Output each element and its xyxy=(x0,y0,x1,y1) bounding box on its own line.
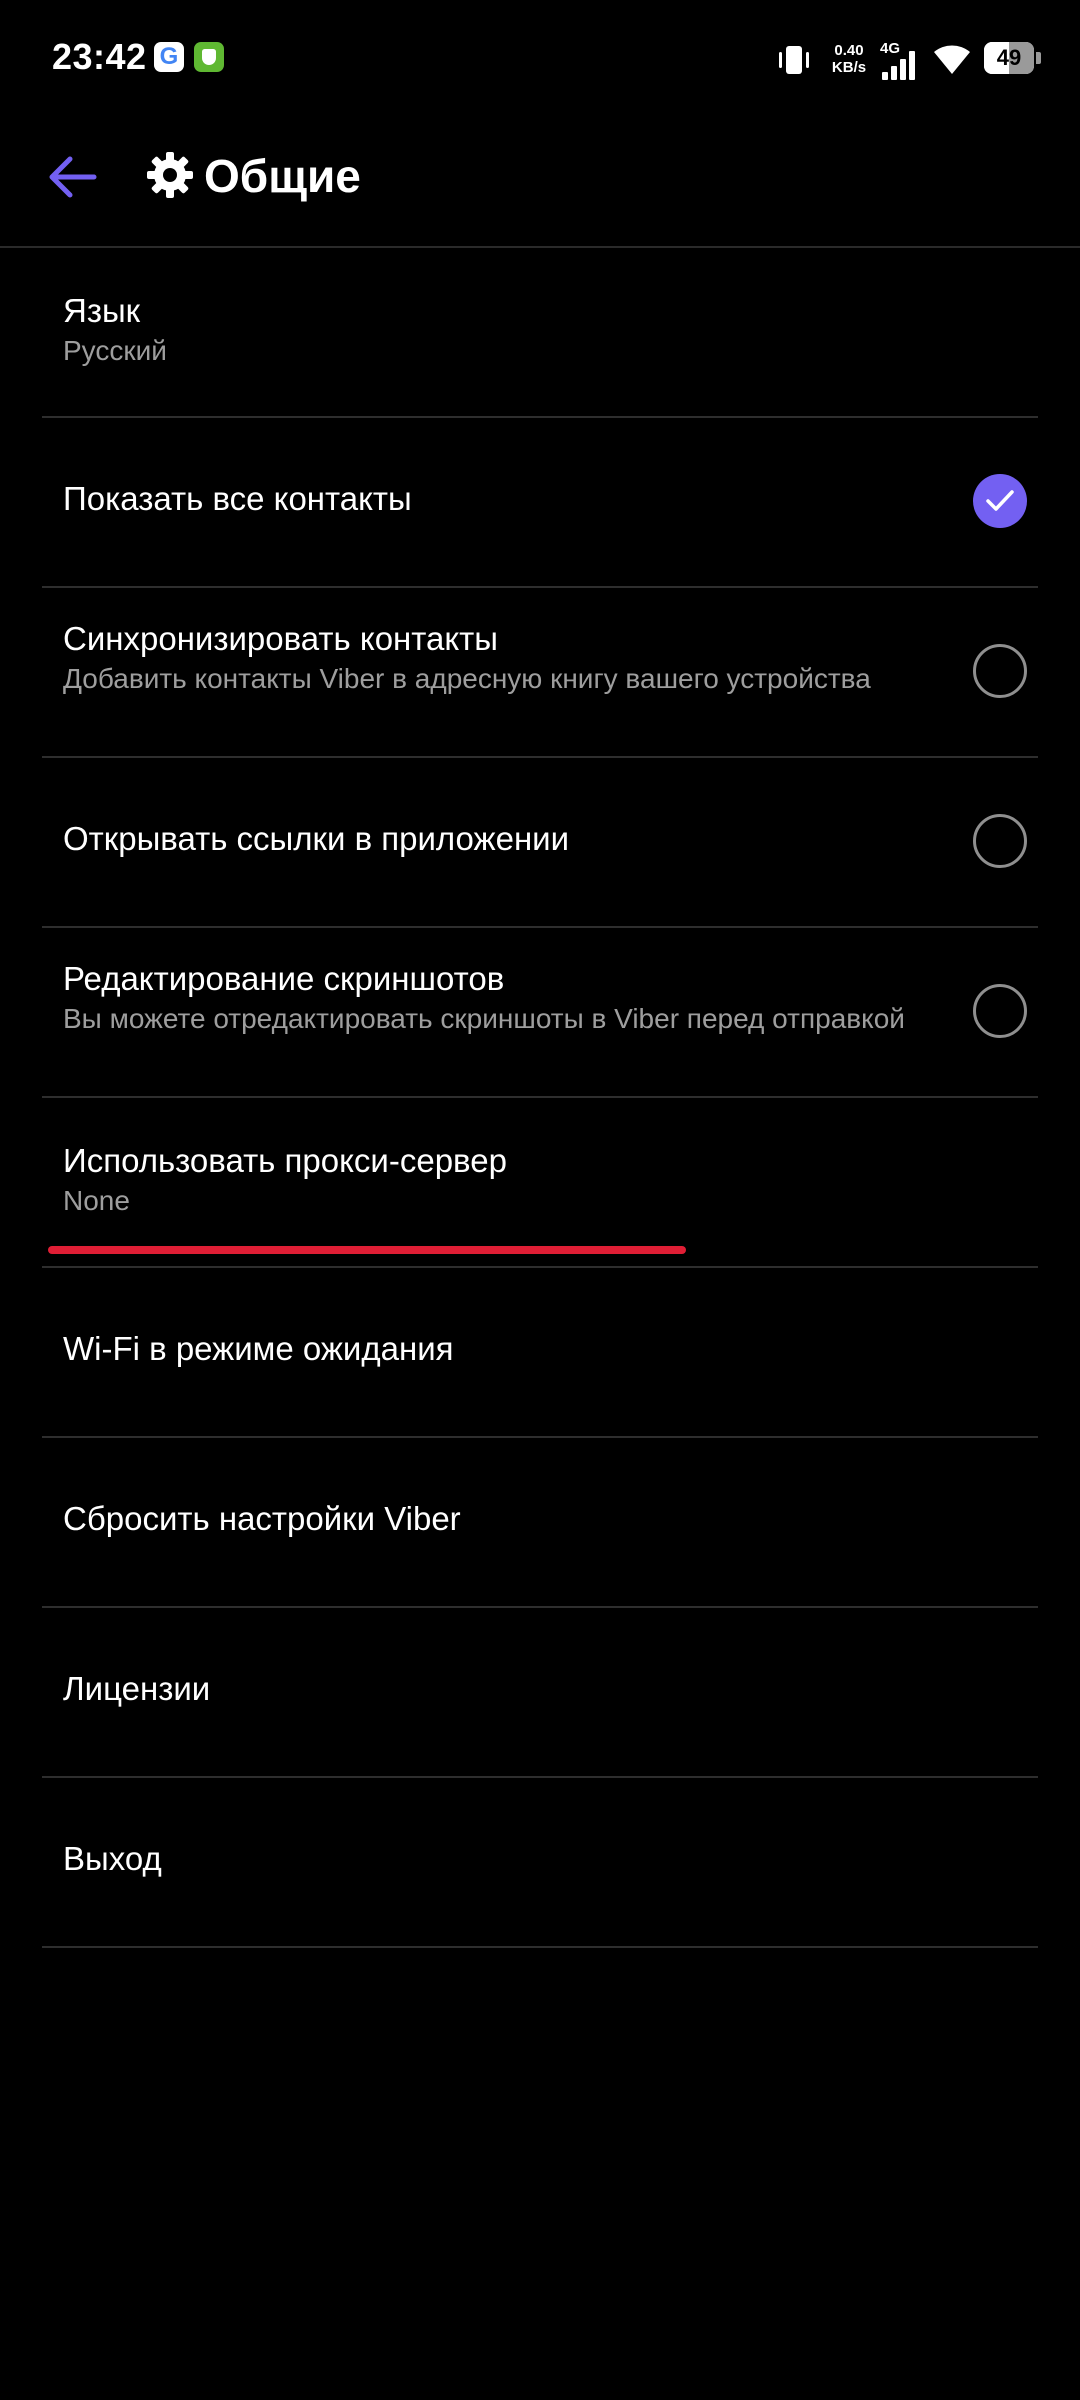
gear-icon xyxy=(147,152,193,198)
back-button[interactable] xyxy=(40,143,110,213)
setting-title: Открывать ссылки в приложении xyxy=(63,820,570,857)
setting-screenshot-editing[interactable]: Редактирование скриншотов Вы можете отре… xyxy=(42,928,1038,1098)
setting-title: Синхронизировать контакты xyxy=(63,620,499,657)
net-speed: 0.40 KB/s xyxy=(828,42,870,76)
vibrate-icon xyxy=(779,46,809,74)
setting-reset-viber[interactable]: Сбросить настройки Viber xyxy=(42,1438,1038,1608)
setting-subtitle: None xyxy=(63,1185,130,1216)
signal-icon xyxy=(882,51,915,80)
setting-language[interactable]: Язык Русский xyxy=(42,248,1038,418)
show-all-contacts-checkbox[interactable] xyxy=(973,474,1027,528)
google-icon: G xyxy=(154,42,184,72)
setting-wifi-sleep[interactable]: Wi-Fi в режиме ожидания xyxy=(42,1268,1038,1438)
setting-title: Выход xyxy=(63,1840,162,1877)
battery-icon: 49 xyxy=(984,42,1034,74)
screenshot-editing-checkbox[interactable] xyxy=(973,984,1027,1038)
setting-title: Редактирование скриншотов xyxy=(63,960,505,997)
net-speed-unit: KB/s xyxy=(831,59,867,76)
back-arrow-icon xyxy=(49,156,97,198)
setting-proxy-server[interactable]: Использовать прокси-сервер None xyxy=(42,1098,1038,1268)
settings-list: Язык Русский Показать все контакты Синхр… xyxy=(0,248,1080,1948)
setting-title: Использовать прокси-сервер xyxy=(63,1142,507,1179)
open-links-checkbox[interactable] xyxy=(973,814,1027,868)
setting-title: Показать все контакты xyxy=(63,480,412,517)
setting-subtitle: Русский xyxy=(63,335,167,366)
setting-licenses[interactable]: Лицензии xyxy=(42,1608,1038,1778)
toolbar: Общие xyxy=(0,118,1080,248)
setting-subtitle: Добавить контакты Viber в адресную книгу… xyxy=(63,663,871,694)
checkmark-icon xyxy=(986,490,1014,511)
battery-tip xyxy=(1036,52,1041,64)
setting-exit[interactable]: Выход xyxy=(42,1778,1038,1948)
wifi-icon xyxy=(934,45,970,74)
shield-app-icon xyxy=(194,42,224,72)
status-time: 23:42 xyxy=(52,36,147,77)
setting-subtitle: Вы можете отредактировать скриншоты в Vi… xyxy=(63,1003,905,1034)
status-indicators: 0.40 KB/s 4G 49 xyxy=(774,38,1042,82)
battery-level: 49 xyxy=(996,45,1022,70)
setting-sync-contacts[interactable]: Синхронизировать контакты Добавить конта… xyxy=(42,588,1038,758)
setting-open-links-in-app[interactable]: Открывать ссылки в приложении xyxy=(42,758,1038,928)
setting-title: Язык xyxy=(63,292,141,329)
net-speed-value: 0.40 xyxy=(834,42,864,59)
status-bar: 23:42 G 0.40 KB/s 4G 49 xyxy=(0,0,1080,118)
highlight-underline xyxy=(48,1246,686,1254)
page-title: Общие xyxy=(204,150,361,202)
setting-title: Wi-Fi в режиме ожидания xyxy=(63,1330,454,1367)
setting-show-all-contacts[interactable]: Показать все контакты xyxy=(42,418,1038,588)
setting-title: Лицензии xyxy=(63,1670,211,1707)
sync-contacts-checkbox[interactable] xyxy=(973,644,1027,698)
setting-title: Сбросить настройки Viber xyxy=(63,1500,461,1537)
